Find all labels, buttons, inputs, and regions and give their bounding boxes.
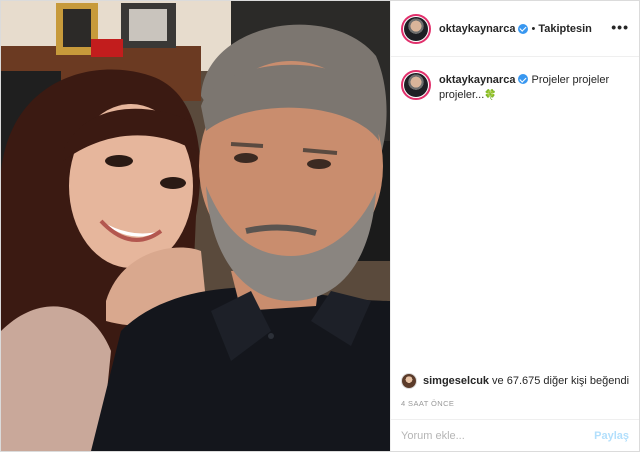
instagram-post: oktaykaynarca • Takiptesin ••• oktaykayn… (0, 0, 640, 452)
post-header: oktaykaynarca • Takiptesin ••• (391, 1, 639, 57)
post-sidebar: oktaykaynarca • Takiptesin ••• oktaykayn… (390, 1, 639, 451)
verified-badge-icon (518, 23, 529, 34)
four-leaf-clover-emoji: 🍀 (484, 90, 497, 101)
separator-dot: • (531, 22, 536, 35)
more-options-icon[interactable]: ••• (611, 20, 629, 34)
post-timestamp: 4 SAAT ÖNCE (401, 399, 455, 408)
likes-count-text[interactable]: ve 67.675 diğer kişi beğendi (492, 375, 629, 387)
liker-username[interactable]: simgeselcuk (423, 375, 489, 387)
likes-summary[interactable]: simgeselcuk ve 67.675 diğer kişi beğendi (401, 373, 629, 389)
author-username[interactable]: oktaykaynarca (439, 23, 515, 35)
liker-avatar (401, 373, 417, 389)
comment-input[interactable] (401, 429, 595, 442)
add-comment-bar: Paylaş (391, 419, 639, 451)
following-status-button[interactable]: Takiptesin (538, 23, 592, 35)
caption-comment: oktaykaynarca Projeler projeler projeler… (391, 57, 639, 103)
author-avatar[interactable] (401, 13, 431, 44)
caption-author-username[interactable]: oktaykaynarca (439, 74, 515, 86)
caption-text-block: oktaykaynarca Projeler projeler projeler… (439, 69, 629, 103)
selfie-photo (1, 1, 390, 451)
share-comment-button[interactable]: Paylaş (594, 430, 629, 442)
caption-verified-badge-icon (518, 74, 529, 84)
post-photo[interactable] (1, 1, 390, 451)
caption-author-avatar[interactable] (401, 70, 431, 100)
